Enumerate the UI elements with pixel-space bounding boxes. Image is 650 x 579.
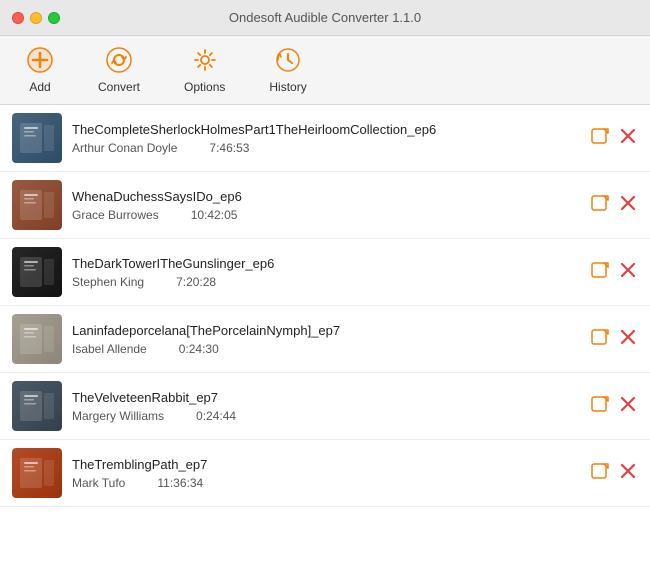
book-title: TheTremblingPath_ep7	[72, 457, 580, 472]
book-cover	[12, 448, 62, 498]
book-title: TheVelveteenRabbit_ep7	[72, 390, 580, 405]
book-actions	[590, 193, 638, 217]
book-info: Laninfadeporcelana[ThePorcelainNymph]_ep…	[72, 323, 580, 356]
book-info: WhenaDuchessSaysIDo_ep6 Grace Burrowes 1…	[72, 189, 580, 222]
edit-button[interactable]	[590, 194, 610, 217]
edit-button[interactable]	[590, 261, 610, 284]
book-meta: Mark Tufo 11:36:34	[72, 476, 580, 490]
edit-button[interactable]	[590, 462, 610, 485]
book-meta: Grace Burrowes 10:42:05	[72, 208, 580, 222]
book-author: Arthur Conan Doyle	[72, 141, 177, 155]
book-author: Isabel Allende	[72, 342, 147, 356]
delete-button[interactable]	[618, 260, 638, 284]
book-info: TheCompleteSherlockHolmesPart1TheHeirloo…	[72, 122, 580, 155]
delete-button[interactable]	[618, 126, 638, 150]
book-author: Margery Williams	[72, 409, 164, 423]
book-info: TheVelveteenRabbit_ep7 Margery Williams …	[72, 390, 580, 423]
book-row: TheTremblingPath_ep7 Mark Tufo 11:36:34	[0, 440, 650, 507]
toolbar-options[interactable]: Options	[174, 42, 235, 98]
delete-button[interactable]	[618, 193, 638, 217]
delete-button[interactable]	[618, 327, 638, 351]
book-meta: Isabel Allende 0:24:30	[72, 342, 580, 356]
content-area: TheCompleteSherlockHolmesPart1TheHeirloo…	[0, 105, 650, 579]
book-row: Laninfadeporcelana[ThePorcelainNymph]_ep…	[0, 306, 650, 373]
close-button[interactable]	[12, 12, 24, 24]
history-icon	[274, 46, 302, 78]
history-label: History	[269, 80, 306, 94]
book-meta: Arthur Conan Doyle 7:46:53	[72, 141, 580, 155]
maximize-button[interactable]	[48, 12, 60, 24]
book-row: TheVelveteenRabbit_ep7 Margery Williams …	[0, 373, 650, 440]
book-info: TheTremblingPath_ep7 Mark Tufo 11:36:34	[72, 457, 580, 490]
title-bar: Ondesoft Audible Converter 1.1.0	[0, 0, 650, 36]
book-duration: 10:42:05	[191, 208, 238, 222]
traffic-lights	[12, 12, 60, 24]
book-author: Stephen King	[72, 275, 144, 289]
book-cover	[12, 113, 62, 163]
toolbar: Add Convert Options	[0, 36, 650, 105]
book-info: TheDarkTowerITheGunslinger_ep6 Stephen K…	[72, 256, 580, 289]
book-author: Grace Burrowes	[72, 208, 159, 222]
book-title: WhenaDuchessSaysIDo_ep6	[72, 189, 580, 204]
book-cover	[12, 314, 62, 364]
edit-button[interactable]	[590, 395, 610, 418]
book-title: Laninfadeporcelana[ThePorcelainNymph]_ep…	[72, 323, 580, 338]
toolbar-convert[interactable]: Convert	[88, 42, 150, 98]
book-cover	[12, 381, 62, 431]
book-actions	[590, 327, 638, 351]
delete-button[interactable]	[618, 461, 638, 485]
convert-label: Convert	[98, 80, 140, 94]
book-row: TheDarkTowerITheGunslinger_ep6 Stephen K…	[0, 239, 650, 306]
window-title: Ondesoft Audible Converter 1.1.0	[229, 10, 421, 25]
delete-button[interactable]	[618, 394, 638, 418]
book-cover	[12, 180, 62, 230]
book-title: TheDarkTowerITheGunslinger_ep6	[72, 256, 580, 271]
convert-icon	[105, 46, 133, 78]
edit-button[interactable]	[590, 328, 610, 351]
add-icon	[26, 46, 54, 78]
book-duration: 7:46:53	[209, 141, 249, 155]
edit-button[interactable]	[590, 127, 610, 150]
options-icon	[191, 46, 219, 78]
options-label: Options	[184, 80, 225, 94]
book-duration: 0:24:30	[179, 342, 219, 356]
book-row: TheCompleteSherlockHolmesPart1TheHeirloo…	[0, 105, 650, 172]
book-meta: Stephen King 7:20:28	[72, 275, 580, 289]
book-actions	[590, 394, 638, 418]
add-label: Add	[29, 80, 50, 94]
book-actions	[590, 461, 638, 485]
book-title: TheCompleteSherlockHolmesPart1TheHeirloo…	[72, 122, 580, 137]
minimize-button[interactable]	[30, 12, 42, 24]
book-cover	[12, 247, 62, 297]
book-actions	[590, 126, 638, 150]
book-duration: 0:24:44	[196, 409, 236, 423]
toolbar-history[interactable]: History	[259, 42, 316, 98]
book-meta: Margery Williams 0:24:44	[72, 409, 580, 423]
book-author: Mark Tufo	[72, 476, 125, 490]
book-duration: 7:20:28	[176, 275, 216, 289]
toolbar-add[interactable]: Add	[16, 42, 64, 98]
book-actions	[590, 260, 638, 284]
book-row: WhenaDuchessSaysIDo_ep6 Grace Burrowes 1…	[0, 172, 650, 239]
book-duration: 11:36:34	[157, 476, 203, 490]
